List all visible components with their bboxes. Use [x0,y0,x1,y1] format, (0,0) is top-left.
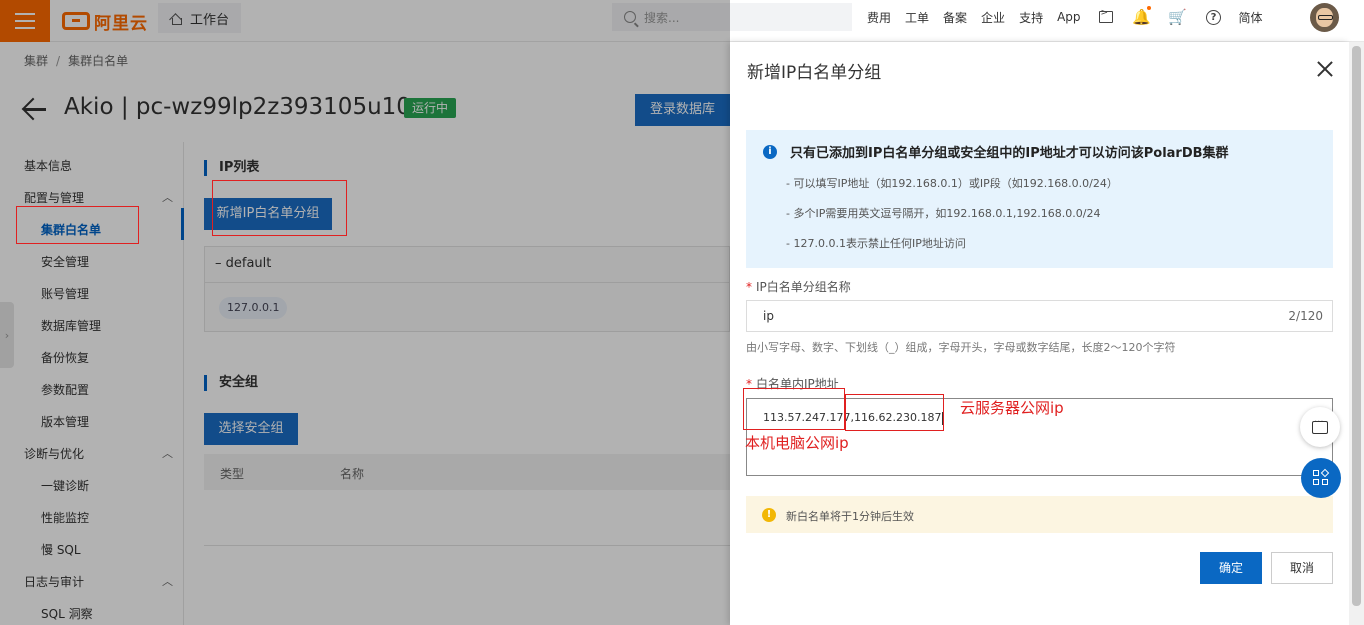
annotation-box-add-group [212,180,347,236]
nav-icp[interactable]: 备案 [936,9,974,26]
info-title: 只有已添加到IP白名单分组或安全组中的IP地址才可以访问该PolarDB集群 [790,146,1229,161]
nav-billing[interactable]: 费用 [860,9,898,26]
annotation-box-server-ip [845,394,944,431]
annotation-local-ip: 本机电脑公网ip [745,434,849,452]
annotation-box-local-ip [743,388,845,430]
quick-apps-button[interactable] [1301,458,1341,498]
terminal-icon[interactable] [1088,0,1124,34]
info-line: - 可以填写IP地址（如192.168.0.1）或IP段（如192.168.0.… [786,177,1118,190]
info-icon: i [763,145,777,159]
feedback-chat-button[interactable] [1300,407,1340,447]
info-box: i 只有已添加到IP白名单分组或安全组中的IP地址才可以访问该PolarDB集群… [746,130,1333,268]
nav-support[interactable]: 支持 [1012,9,1050,26]
cancel-button[interactable]: 取消 [1271,552,1333,584]
annotation-box-whitelist-nav [16,206,139,244]
info-line: - 多个IP需要用英文逗号隔开，如192.168.0.1,192.168.0.0… [786,207,1101,220]
char-count: 2/120 [1288,309,1323,323]
scrollbar-thumb[interactable] [1352,46,1361,606]
bell-icon[interactable]: 🔔 [1124,0,1160,34]
cart-icon[interactable]: 🛒 [1160,0,1196,34]
group-name-input[interactable]: ip 2/120 [746,300,1333,332]
nav-enterprise[interactable]: 企业 [974,9,1012,26]
nav-app[interactable]: App [1050,10,1087,24]
close-icon[interactable] [1316,60,1334,78]
scrollbar[interactable] [1349,42,1364,625]
warning-box: ! 新白名单将于1分钟后生效 [746,496,1333,533]
language-switch[interactable]: 简体 [1232,9,1270,26]
add-whitelist-drawer: 新增IP白名单分组 i 只有已添加到IP白名单分组或安全组中的IP地址才可以访问… [730,42,1349,625]
drawer-title: 新增IP白名单分组 [747,63,882,83]
avatar[interactable] [1310,3,1339,32]
chat-icon [1312,417,1328,434]
info-line: - 127.0.0.1表示禁止任何IP地址访问 [786,237,966,250]
group-name-hint: 由小写字母、数字、下划线（_）组成，字母开头，字母或数字结尾，长度2～120个字… [746,341,1176,354]
apps-grid-icon [1313,468,1330,486]
warning-text: 新白名单将于1分钟后生效 [786,510,914,523]
group-name-value: ip [763,309,774,323]
overlay-mask[interactable] [0,0,730,625]
annotation-server-ip: 云服务器公网ip [960,399,1064,417]
warning-icon: ! [762,508,776,522]
help-icon[interactable]: ? [1196,0,1232,34]
top-nav: 费用 工单 备案 企业 支持 App 🔔 🛒 ? 简体 [860,0,1270,34]
group-name-label: * IP白名单分组名称 [746,280,851,294]
nav-ticket[interactable]: 工单 [898,9,936,26]
confirm-button[interactable]: 确定 [1200,552,1262,584]
